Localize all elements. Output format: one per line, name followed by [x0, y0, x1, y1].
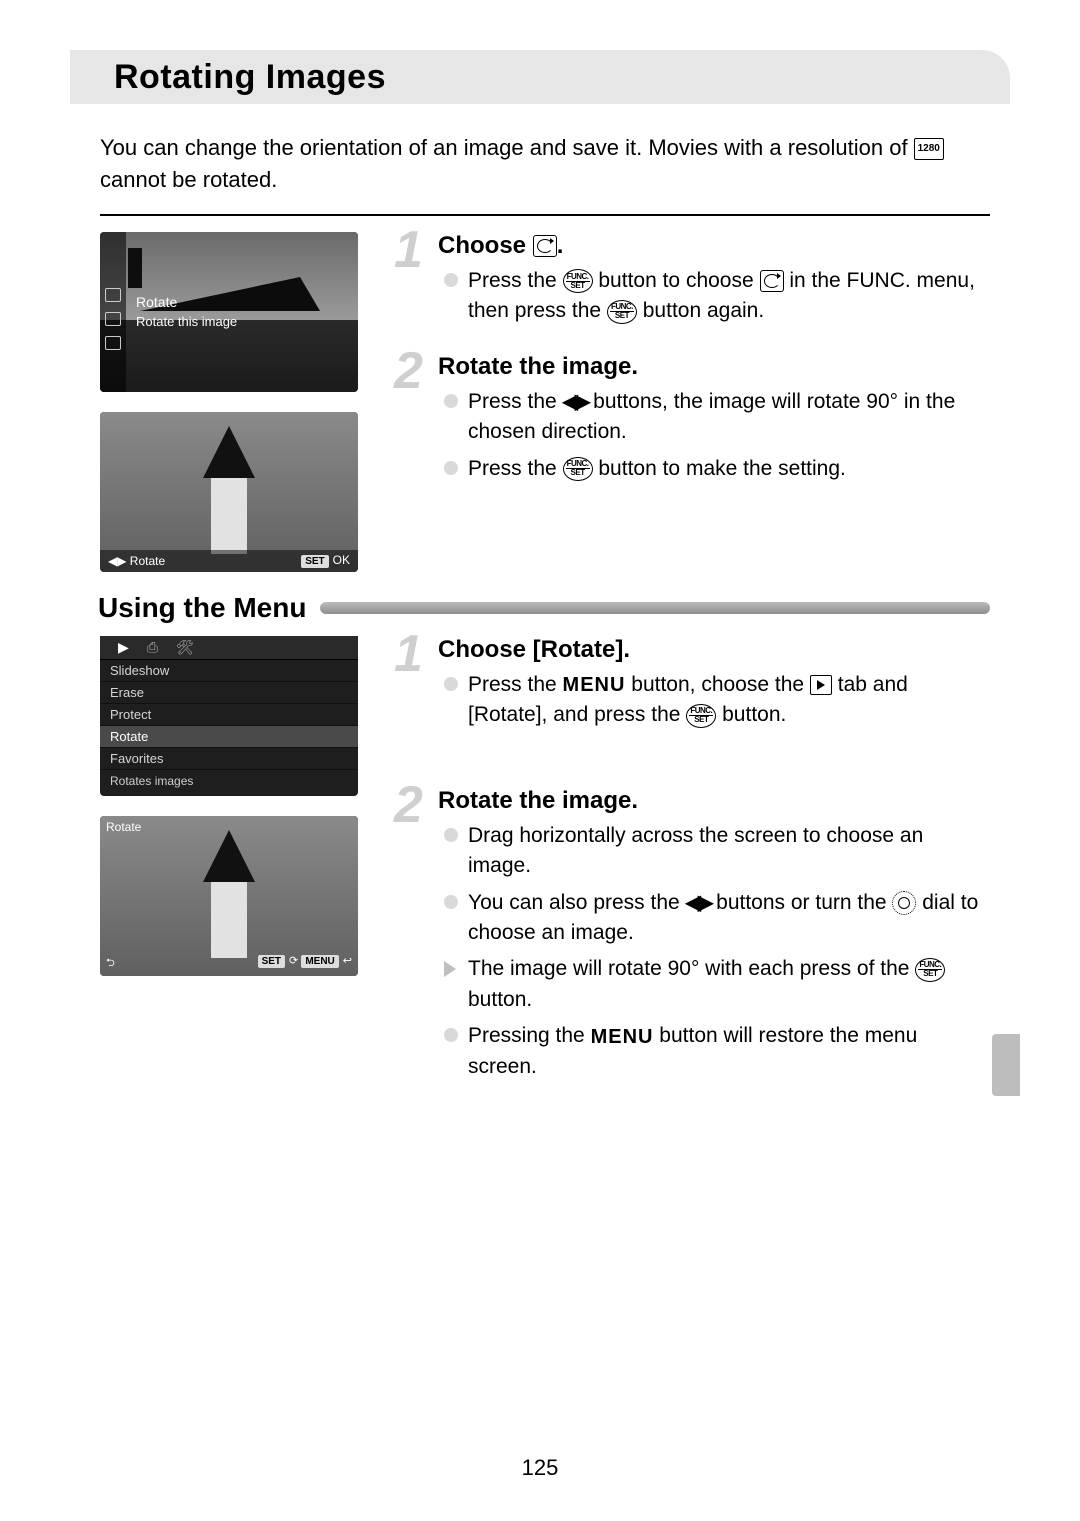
rotate-icon	[533, 235, 557, 257]
menu-item-protect: Protect	[100, 704, 358, 726]
screenshot-func-rotate: Rotate Rotate this image	[100, 232, 358, 392]
step-heading: Choose [Rotate].	[438, 636, 990, 664]
step-bullet: Pressing the MENU button will restore th…	[438, 1021, 990, 1082]
step-menu-1: 1 Choose [Rotate]. Press the MENU button…	[396, 636, 990, 731]
overlay-left: ⮌	[106, 954, 115, 973]
menu-button-icon: MENU	[591, 1027, 654, 1047]
overlay-title: Rotate	[106, 820, 141, 834]
playback-tab-icon: ▶	[118, 639, 129, 656]
rotate-icon	[105, 288, 121, 302]
left-right-buttons-icon: ◀▶	[686, 893, 711, 913]
print-tab-icon: ⎙	[147, 639, 158, 656]
thumb-index-tab	[992, 1034, 1020, 1096]
page-title: Rotating Images	[100, 58, 386, 97]
tools-tab-icon: 🛠	[176, 639, 194, 656]
step-bullet: Press the ◀▶ buttons, the image will rot…	[438, 387, 990, 448]
overlay-ok: SETOK	[301, 553, 350, 568]
playback-tab-icon	[810, 675, 832, 695]
screenshot-menu: ▶ ⎙ 🛠 Slideshow Erase Protect Rotate Fav…	[100, 636, 358, 796]
step-1: 1 Choose . Press the FUNC.SET button to …	[396, 232, 990, 327]
func-set-button-icon: FUNC.SET	[686, 704, 716, 728]
step-heading: Rotate the image.	[438, 353, 990, 381]
func-set-button-icon: FUNC.SET	[563, 457, 593, 481]
overlay-label-rotate: Rotate	[136, 294, 177, 310]
overlay-rotate-label: ◀▶ Rotate	[108, 554, 165, 568]
step-heading: Rotate the image.	[438, 787, 990, 815]
step-number: 1	[394, 220, 423, 280]
divider	[100, 214, 990, 216]
step-bullet: Press the MENU button, choose the tab an…	[438, 670, 990, 731]
screenshot-rotate-browser: Rotate ⮌ SET⟳ MENU↩	[100, 816, 358, 976]
overlay-right: SET⟳ MENU↩	[258, 954, 352, 973]
screenshot-rotate-preview: ◀▶ Rotate SETOK	[100, 412, 358, 572]
control-dial-icon	[892, 891, 916, 915]
left-right-buttons-icon: ◀▶	[563, 392, 588, 412]
subsection-bar: Using the Menu	[98, 592, 990, 624]
overlay-hint: Rotate this image	[136, 314, 237, 329]
page-number: 125	[0, 1455, 1080, 1481]
subsection-title: Using the Menu	[98, 592, 306, 624]
resolution-1280-icon: 1280	[914, 138, 944, 160]
menu-item-favorites: Favorites	[100, 748, 358, 770]
step-number: 2	[394, 775, 423, 835]
step-bullet: Press the FUNC.SET button to choose in t…	[438, 266, 990, 327]
step-2: 2 Rotate the image. Press the ◀▶ buttons…	[396, 353, 990, 484]
func-set-button-icon: FUNC.SET	[563, 269, 593, 293]
step-number: 2	[394, 341, 423, 401]
step-bullet: Drag horizontally across the screen to c…	[438, 821, 990, 882]
print-icon	[105, 312, 121, 326]
menu-item-erase: Erase	[100, 682, 358, 704]
menu-item-rotate: Rotate	[100, 726, 358, 748]
menu-item-slideshow: Slideshow	[100, 660, 358, 682]
section-title-bar: Rotating Images	[100, 50, 990, 104]
favorite-icon	[105, 336, 121, 350]
intro-paragraph: You can change the orientation of an ima…	[100, 132, 990, 196]
rotate-icon	[760, 270, 784, 292]
menu-list: Slideshow Erase Protect Rotate Favorites	[100, 660, 358, 770]
menu-button-icon: MENU	[563, 675, 626, 695]
step-bullet: Press the FUNC.SET button to make the se…	[438, 454, 990, 484]
step-number: 1	[394, 624, 423, 684]
func-set-button-icon: FUNC.SET	[915, 958, 945, 982]
menu-hint: Rotates images	[100, 770, 358, 792]
func-set-button-icon: FUNC.SET	[607, 300, 637, 324]
step-bullet-result: The image will rotate 90° with each pres…	[438, 954, 990, 1015]
step-heading: Choose .	[438, 232, 990, 260]
step-bullet: You can also press the ◀▶ buttons or tur…	[438, 888, 990, 949]
step-menu-2: 2 Rotate the image. Drag horizontally ac…	[396, 787, 990, 1083]
